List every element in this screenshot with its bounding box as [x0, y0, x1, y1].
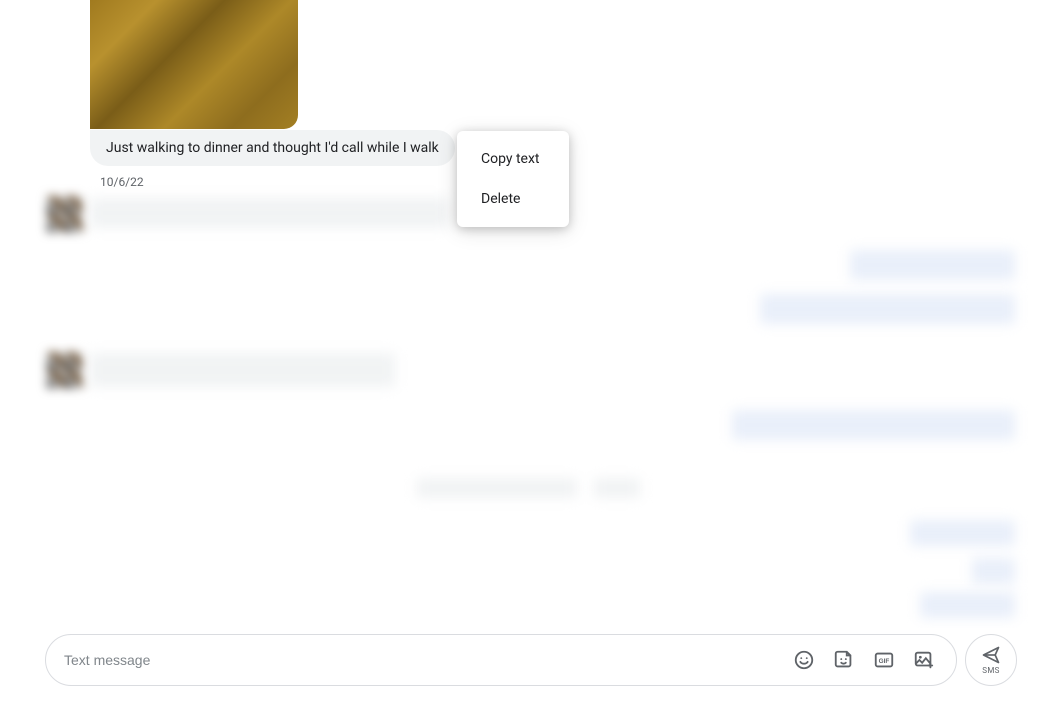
send-label: SMS [982, 666, 999, 675]
incoming-message-row: Just walking to dinner and thought I'd c… [90, 130, 455, 166]
copy-text-menu-item[interactable]: Copy text [457, 139, 569, 179]
redacted-outgoing-message [910, 520, 1015, 546]
redacted-date-separator [417, 478, 577, 498]
conversation-thread: Just walking to dinner and thought I'd c… [0, 0, 1062, 628]
message-input[interactable] [64, 652, 784, 668]
emoji-icon[interactable] [784, 640, 824, 680]
attachment-image[interactable] [90, 0, 298, 129]
redacted-outgoing-message [760, 294, 1015, 324]
compose-bar: GIF [45, 634, 957, 686]
contact-avatar [47, 352, 83, 388]
context-menu: Copy text Delete [457, 131, 569, 227]
message-timestamp: 10/6/22 [100, 175, 144, 189]
contact-avatar [47, 196, 83, 232]
redacted-outgoing-message [920, 592, 1015, 618]
redacted-outgoing-message [850, 250, 1015, 280]
delete-menu-item[interactable]: Delete [457, 179, 569, 219]
send-icon [981, 645, 1001, 665]
message-bubble[interactable]: Just walking to dinner and thought I'd c… [90, 130, 455, 166]
redacted-outgoing-message [732, 410, 1015, 440]
redacted-date-separator [594, 478, 640, 498]
sticker-icon[interactable] [824, 640, 864, 680]
svg-text:GIF: GIF [879, 658, 890, 665]
redacted-incoming-message [90, 198, 448, 228]
send-button[interactable]: SMS [965, 634, 1017, 686]
redacted-incoming-message [90, 353, 395, 387]
image-icon[interactable] [904, 640, 944, 680]
redacted-outgoing-message [972, 558, 1015, 584]
gif-icon[interactable]: GIF [864, 640, 904, 680]
